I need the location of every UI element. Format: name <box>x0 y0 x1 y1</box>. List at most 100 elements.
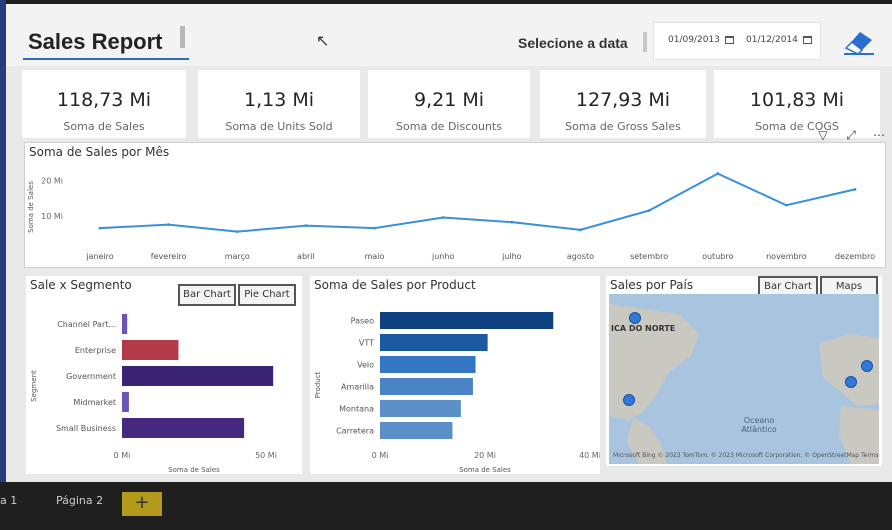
page-tab-1[interactable]: a 1 <box>0 490 40 512</box>
sales-line-series <box>99 172 856 233</box>
bar <box>380 356 476 373</box>
line-point <box>647 209 651 212</box>
line-point <box>98 226 102 230</box>
x-tick-label: janeiro <box>85 252 113 261</box>
line-point <box>579 228 582 232</box>
product-bar-svg: Product Paseo VTT Velo Amarilla Montana Carret… <box>314 312 600 474</box>
kpi-card-gross-sales[interactable]: 127,93 Mi Soma de Gross Sales <box>540 70 706 138</box>
report-header: Sales Report ↖ Selecione a data 01/09/20… <box>6 4 892 66</box>
date-end-field[interactable]: 01/12/2014 <box>746 35 812 45</box>
kpi-label: Soma de Discounts <box>396 120 502 133</box>
line-point <box>441 216 445 219</box>
y-tick-label: 20 Mi <box>41 177 63 186</box>
x-tick-label: novembro <box>766 252 807 261</box>
line-chart-svg: Soma de Sales 10 Mi 20 Mi janeiro fevereiro m… <box>27 172 875 261</box>
line-point <box>167 223 171 226</box>
y-axis-label: Segment <box>30 370 38 402</box>
bar <box>380 422 453 439</box>
bar <box>380 378 473 395</box>
segment-bar-svg: Segment Channel Part... Enterprise Governme… <box>30 314 277 474</box>
kpi-value: 118,73 Mi <box>56 89 152 111</box>
page-title: Sales Report <box>28 29 163 54</box>
kpi-card-units-sold[interactable]: 1,13 Mi Soma de Units Sold <box>198 70 360 138</box>
bar-category-label: Montana <box>339 405 374 414</box>
sales-by-month-chart[interactable]: Soma de Sales por Mês Soma de Sales 10 Mi… <box>24 142 886 268</box>
date-end-value: 01/12/2014 <box>746 35 798 45</box>
map-bubble-mexico[interactable] <box>623 394 635 406</box>
x-tick-label: fevereiro <box>151 252 187 261</box>
x-tick-label: outubro <box>702 252 733 261</box>
page-tabs-bar: a 1 Página 2 + <box>0 482 892 530</box>
kpi-value: 1,13 Mi <box>243 89 315 111</box>
bar <box>122 366 274 386</box>
mouse-pointer-icon: ↖ <box>316 31 330 50</box>
map-bubble-germany[interactable] <box>861 360 873 372</box>
page-tab-2[interactable]: Página 2 <box>56 490 116 512</box>
add-page-button[interactable]: + <box>122 492 162 516</box>
sales-by-segment-chart[interactable]: Sale x Segmento Bar Chart Pie Chart Segm… <box>26 276 302 474</box>
kpi-label: Soma de Sales <box>63 120 145 133</box>
bar-category-label: Channel Part... <box>57 320 116 329</box>
bar-category-label: Enterprise <box>75 346 116 355</box>
line-point <box>853 188 857 191</box>
x-tick-label: 0 Mi <box>372 451 389 460</box>
bar <box>122 392 129 412</box>
sales-by-country-map[interactable]: Sales por País Bar Chart Maps ICA DO NOR… <box>606 276 882 466</box>
bar <box>380 400 461 417</box>
bar-category-label: Velo <box>357 361 374 370</box>
y-tick-label: 10 Mi <box>41 212 63 221</box>
x-tick-label: 0 Mi <box>114 451 131 460</box>
kpi-card-discounts[interactable]: 9,21 Mi Soma de Discounts <box>368 70 530 138</box>
x-tick-label: agosto <box>567 252 594 261</box>
x-axis-label: Soma de Sales <box>168 466 220 474</box>
report-canvas: Sales Report ↖ Selecione a data 01/09/20… <box>6 4 892 482</box>
map-bubble-canada[interactable] <box>629 312 641 324</box>
bar <box>122 314 128 334</box>
bar <box>380 312 554 329</box>
title-underline <box>23 58 189 60</box>
kpi-card-sales[interactable]: 118,73 Mi Soma de Sales <box>22 70 186 138</box>
map-land-shapes <box>609 304 879 464</box>
text-cursor <box>180 26 185 48</box>
map-copyright: Microsoft Bing © 2023 TomTom, © 2023 Mic… <box>613 452 879 459</box>
chart-title: Sales por País <box>610 278 694 292</box>
x-tick-label: 40 Mi <box>579 451 600 460</box>
calendar-icon[interactable] <box>802 36 812 44</box>
x-tick-label: julho <box>501 252 522 261</box>
kpi-label: Soma de Gross Sales <box>565 120 681 133</box>
line-point <box>510 220 514 224</box>
y-axis-label: Product <box>314 371 322 398</box>
clear-filters-eraser-icon[interactable] <box>842 26 876 56</box>
bar <box>122 418 245 438</box>
date-filter-label: Selecione a data <box>518 35 628 51</box>
x-tick-label: junho <box>431 252 454 261</box>
x-tick-label: dezembro <box>835 252 875 261</box>
x-tick-label: março <box>225 252 250 261</box>
kpi-value: 127,93 Mi <box>575 89 671 111</box>
x-axis-label: Soma de Sales <box>459 466 511 474</box>
bar-category-label: Amarilla <box>341 383 374 392</box>
x-tick-label: abril <box>297 252 315 261</box>
bar-category-label: Paseo <box>351 317 374 326</box>
x-tick-label: setembro <box>630 252 668 261</box>
line-point <box>373 226 376 230</box>
calendar-icon[interactable] <box>724 36 734 44</box>
line-point <box>304 224 308 228</box>
x-tick-label: 50 Mi <box>255 451 277 460</box>
bar <box>122 340 179 360</box>
map-bubble-france[interactable] <box>845 376 857 388</box>
line-point <box>784 203 788 207</box>
map-label-atlantic: Oceano Atlântico <box>741 416 777 434</box>
bar <box>380 334 488 351</box>
x-tick-label: maio <box>365 252 385 261</box>
line-point <box>716 172 720 175</box>
x-tick-label: 20 Mi <box>474 451 496 460</box>
date-start-field[interactable]: 01/09/2013 <box>668 35 734 45</box>
date-separator <box>643 32 647 52</box>
bar-category-label: Carretera <box>336 427 374 436</box>
kpi-value: 101,83 Mi <box>749 89 845 111</box>
date-range-slicer[interactable]: 01/09/2013 01/12/2014 <box>653 22 821 60</box>
sales-by-product-chart[interactable]: Soma de Sales por Product Product Paseo VT… <box>310 276 600 474</box>
map-label-north-america: ICA DO NORTE <box>611 324 676 333</box>
map-canvas[interactable]: ICA DO NORTE Oceano Atlântico Microsoft … <box>609 294 879 464</box>
